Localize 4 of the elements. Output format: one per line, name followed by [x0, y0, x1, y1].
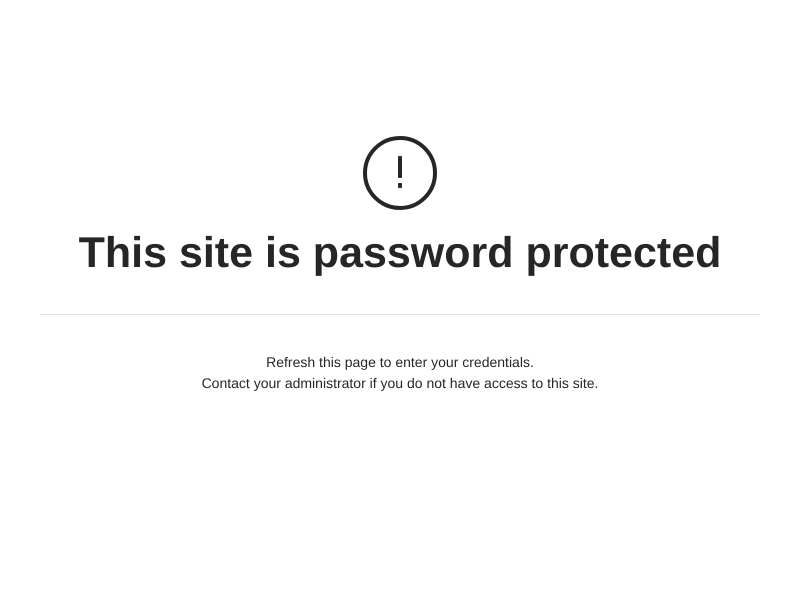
message-text: Refresh this page to enter your credentials. — [266, 353, 534, 372]
message-text: Contact your administrator if you do not have access to this site. — [202, 374, 598, 393]
alert-icon — [363, 136, 437, 210]
page-heading: This site is password protected — [78, 228, 722, 278]
